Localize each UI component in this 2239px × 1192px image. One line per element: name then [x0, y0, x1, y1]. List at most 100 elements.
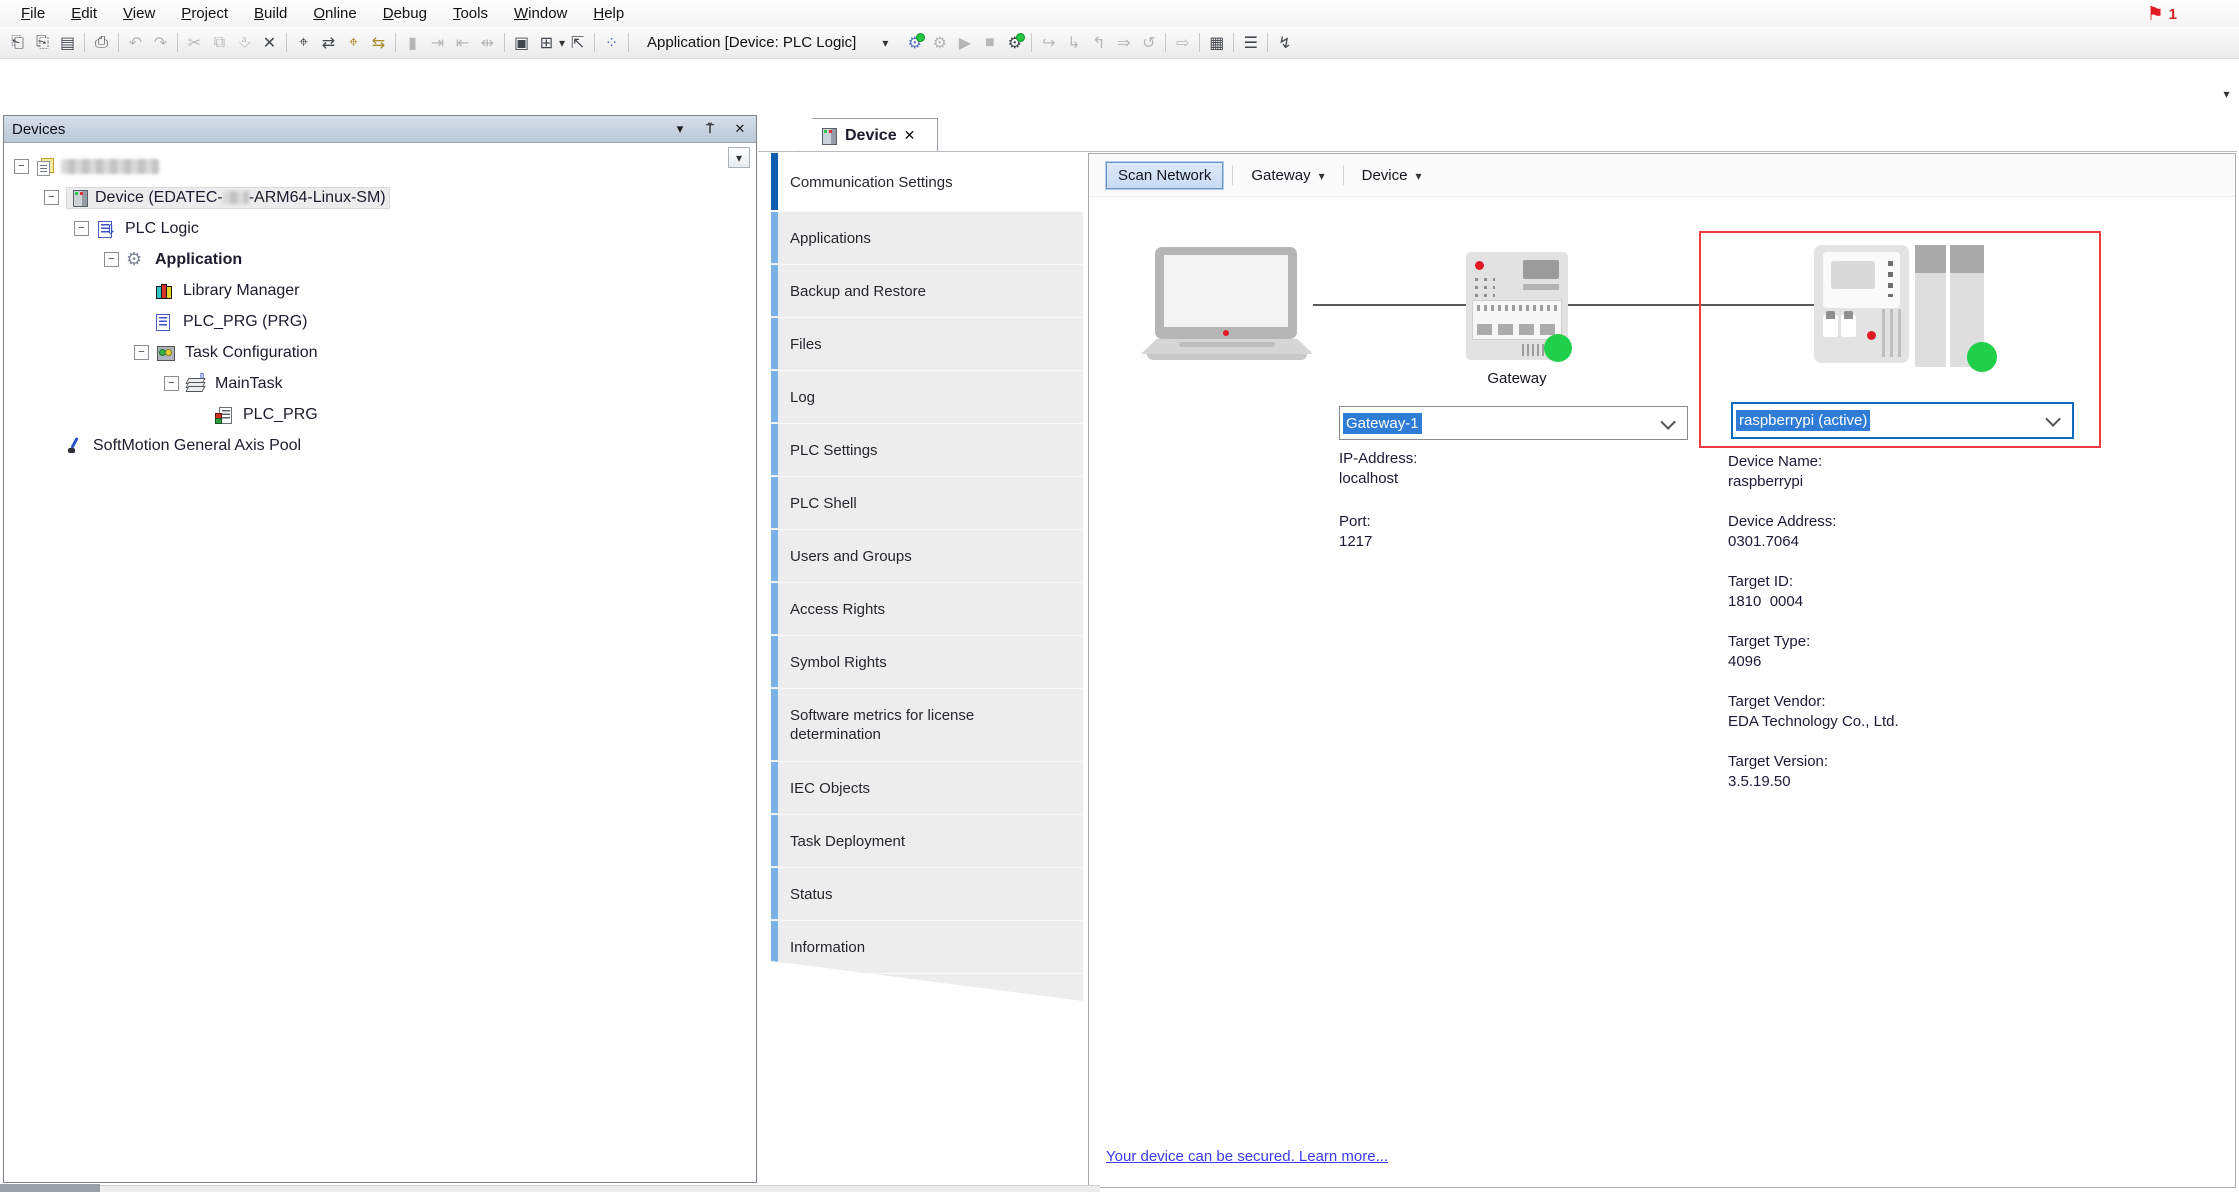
expander-icon[interactable] [14, 159, 29, 174]
tab-communication-settings[interactable]: Communication Settings [771, 153, 1083, 212]
menu-edit[interactable]: Edit [58, 2, 110, 25]
print-icon[interactable]: ⎙ [89, 31, 114, 54]
menu-project[interactable]: Project [168, 2, 241, 25]
tab-plc-shell[interactable]: PLC Shell [771, 477, 1083, 530]
find-icon[interactable]: ⌖ [291, 31, 316, 54]
menu-help[interactable]: Help [580, 2, 637, 25]
export-icon[interactable]: ⇱ [565, 31, 590, 54]
run-to-cursor-icon[interactable]: ⇒ [1111, 31, 1136, 54]
tree-item-softmotion-axis-pool[interactable]: SoftMotion General Axis Pool [4, 430, 756, 461]
logout-icon[interactable]: ⚙ [927, 31, 952, 54]
communication-toolbar: Scan Network Gateway Device [1089, 154, 2235, 197]
online-config-mode-icon[interactable]: ⚙ [1002, 31, 1027, 54]
paste-icon[interactable]: ⎀ [232, 31, 257, 54]
sort-order-icon[interactable]: ☰ [1238, 31, 1263, 54]
gateway-select[interactable]: Gateway-1 [1339, 406, 1688, 440]
scan-network-button[interactable]: Scan Network [1106, 161, 1224, 189]
tab-close-icon[interactable] [904, 127, 916, 145]
start-icon[interactable]: ▶ [952, 31, 977, 54]
bookmark-prev-icon[interactable]: ⇤ [450, 31, 475, 54]
open-project-icon[interactable]: ⎘ [30, 31, 55, 54]
ladder-editor-icon[interactable]: ▦ [1204, 31, 1229, 54]
expander-icon[interactable] [74, 221, 89, 236]
delete-icon[interactable]: ✕ [257, 31, 282, 54]
trace-icon[interactable]: ↯ [1272, 31, 1297, 54]
watch-grid-icon[interactable]: ⁘ [599, 31, 624, 54]
bookmark-next-icon[interactable]: ⇥ [425, 31, 450, 54]
replace-icon[interactable]: ⇄ [316, 31, 341, 54]
tree-item-plc-prg-call[interactable]: PLC_PRG [4, 399, 756, 430]
cut-icon[interactable]: ✂ [182, 31, 207, 54]
tree-item-project[interactable] [4, 151, 756, 182]
menu-view[interactable]: View [110, 2, 168, 25]
device-address-label: Device Address: [1728, 513, 1837, 530]
tree-item-task-configuration[interactable]: Task Configuration [4, 337, 756, 368]
tab-status[interactable]: Status [771, 868, 1083, 921]
tab-users-and-groups[interactable]: Users and Groups [771, 530, 1083, 583]
chevron-down-icon [1415, 167, 1421, 184]
gateway-menu-button[interactable]: Gateway [1242, 163, 1333, 188]
tab-symbol-rights[interactable]: Symbol Rights [771, 636, 1083, 689]
device-menu-button[interactable]: Device [1353, 163, 1431, 188]
tab-backup-and-restore[interactable]: Backup and Restore [771, 265, 1083, 318]
tab-software-metrics[interactable]: Software metrics for license determinati… [771, 689, 1083, 762]
menu-file[interactable]: File [8, 2, 58, 25]
device-select[interactable]: raspberrypi (active) [1731, 402, 2074, 439]
expander-icon[interactable] [104, 252, 119, 267]
tab-task-deployment[interactable]: Task Deployment [771, 815, 1083, 868]
device-security-link[interactable]: Your device can be secured. Learn more..… [1106, 1148, 1388, 1165]
menu-tools[interactable]: Tools [440, 2, 501, 25]
tab-information[interactable]: Information [771, 921, 1083, 974]
tab-device[interactable]: Device [798, 118, 938, 152]
toolbar-separator [1199, 33, 1201, 52]
undo-icon[interactable]: ↶ [123, 31, 148, 54]
redo-icon[interactable]: ↷ [148, 31, 173, 54]
tree-item-plc-logic[interactable]: ⇩ PLC Logic [4, 213, 756, 244]
new-project-icon[interactable]: ⎗ [5, 31, 30, 54]
reset-icon[interactable]: ↺ [1136, 31, 1161, 54]
tabstrip-dropdown[interactable] [2218, 85, 2235, 101]
tree-item-application[interactable]: Application [4, 244, 756, 275]
tree-item-library-manager[interactable]: Library Manager [4, 275, 756, 306]
replace-in-project-icon[interactable]: ⇆ [366, 31, 391, 54]
menu-build[interactable]: Build [241, 2, 300, 25]
tree-item-label: PLC_PRG [243, 405, 318, 423]
menu-window[interactable]: Window [501, 2, 580, 25]
tab-files[interactable]: Files [771, 318, 1083, 371]
step-out-icon[interactable]: ↰ [1086, 31, 1111, 54]
notification-area[interactable]: 1 [2147, 3, 2177, 26]
tab-label: Log [790, 388, 816, 406]
expander-icon[interactable] [164, 376, 179, 391]
tab-plc-settings[interactable]: PLC Settings [771, 424, 1083, 477]
save-icon[interactable]: ▤ [55, 31, 80, 54]
active-application-selector[interactable]: Application [Device: PLC Logic] [641, 32, 894, 53]
find-in-project-icon[interactable]: ⌖ [341, 31, 366, 54]
bookmark-clear-icon[interactable]: ⇹ [475, 31, 500, 54]
tree-item-maintask[interactable]: ⇩ MainTask [4, 368, 756, 399]
new-object-icon[interactable]: ⊞ [534, 31, 559, 54]
build-icon[interactable]: ▣ [509, 31, 534, 54]
login-icon[interactable]: ⚙ [902, 31, 927, 54]
bookmark-icon[interactable]: ▮ [400, 31, 425, 54]
devices-tree-dropdown[interactable] [728, 147, 750, 168]
tree-item-plc-prg[interactable]: PLC_PRG (PRG) [4, 306, 756, 337]
expander-icon[interactable] [134, 345, 149, 360]
tab-log[interactable]: Log [771, 371, 1083, 424]
panel-pin-icon[interactable] [702, 121, 718, 137]
panel-close-icon[interactable] [732, 121, 748, 137]
step-into-icon[interactable]: ↳ [1061, 31, 1086, 54]
panel-menu-dropdown-icon[interactable] [672, 121, 688, 137]
expander-icon[interactable] [44, 190, 59, 205]
stop-icon[interactable]: ■ [977, 31, 1002, 54]
copy-icon[interactable]: ⧉ [207, 31, 232, 54]
next-error-icon[interactable]: ⇨ [1170, 31, 1195, 54]
tab-iec-objects[interactable]: IEC Objects [771, 762, 1083, 815]
tree-item-device[interactable]: Device (EDATEC--ARM64-Linux-SM) [4, 182, 756, 213]
menu-debug[interactable]: Debug [370, 2, 440, 25]
menu-online[interactable]: Online [300, 2, 369, 25]
tab-label: Symbol Rights [790, 653, 887, 671]
tab-access-rights[interactable]: Access Rights [771, 583, 1083, 636]
tab-applications[interactable]: Applications [771, 212, 1083, 265]
tab-device-label: Device [845, 126, 897, 144]
step-over-icon[interactable]: ↪ [1036, 31, 1061, 54]
